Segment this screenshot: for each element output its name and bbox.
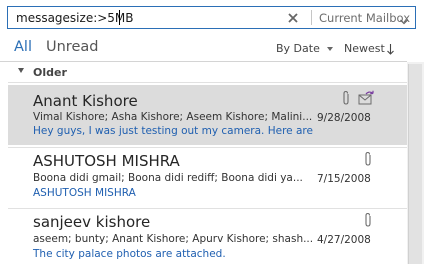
received-date: 7/15/2008	[317, 173, 371, 185]
sender-name: ASHUTOSH MISHRA	[33, 152, 180, 170]
list-item[interactable]: sanjeev kishore aseem; bunty; Anant Kish…	[8, 209, 407, 269]
message-preview: ASHUTOSH MISHRA	[33, 187, 136, 199]
attachment-icon	[363, 151, 373, 167]
group-header-label[interactable]: Older	[33, 66, 67, 79]
list-item[interactable]: Anant Kishore Vimal Kishore; Asha Kishor…	[8, 85, 407, 145]
group-divider	[8, 82, 407, 83]
sort-direction-button[interactable]	[386, 41, 395, 55]
scrollbar-thumb[interactable]	[408, 64, 422, 264]
message-preview: The city palace photos are attached.	[33, 248, 226, 260]
search-scope-label[interactable]: Current Mailbox	[319, 11, 410, 25]
chevron-down-icon	[400, 19, 408, 25]
filter-unread[interactable]: Unread	[46, 39, 98, 55]
search-input[interactable]	[16, 10, 276, 26]
message-preview: Hey guys, I was just testing out my came…	[33, 125, 313, 137]
search-separator	[311, 10, 312, 25]
recipient-list: Vimal Kishore; Asha Kishore; Aseem Kisho…	[33, 111, 313, 123]
dropdown-triangle-icon	[327, 47, 334, 51]
search-bar[interactable]: Current Mailbox	[7, 6, 416, 29]
attachment-icon	[363, 212, 373, 228]
received-date: 4/27/2008	[317, 234, 371, 246]
sort-by-dropdown[interactable]: By Date	[276, 42, 334, 55]
list-item[interactable]: ASHUTOSH MISHRA Boona didi gmail; Boona …	[8, 148, 407, 208]
sort-by-label: By Date	[276, 42, 320, 55]
sender-name: Anant Kishore	[33, 92, 138, 110]
received-date: 9/28/2008	[317, 112, 371, 124]
recipient-list: Boona didi gmail; Boona didi rediff; Boo…	[33, 172, 303, 184]
text-caret	[119, 10, 120, 25]
recipient-list: aseem; bunty; Anant Kishore; Apurv Kisho…	[33, 233, 314, 245]
attachment-icon	[341, 90, 351, 106]
close-icon	[288, 13, 298, 23]
list-top-border	[0, 61, 407, 62]
sort-order-label: Newest	[344, 42, 385, 55]
clear-search-button[interactable]	[285, 8, 301, 27]
sort-order-toggle[interactable]: Newest	[344, 42, 385, 55]
reply-arrow-icon	[357, 90, 375, 106]
filter-all[interactable]: All	[14, 39, 32, 55]
sender-name: sanjeev kishore	[33, 213, 151, 231]
scope-dropdown[interactable]	[399, 12, 409, 25]
collapse-triangle-icon[interactable]	[18, 68, 24, 73]
arrow-down-icon	[387, 44, 394, 55]
